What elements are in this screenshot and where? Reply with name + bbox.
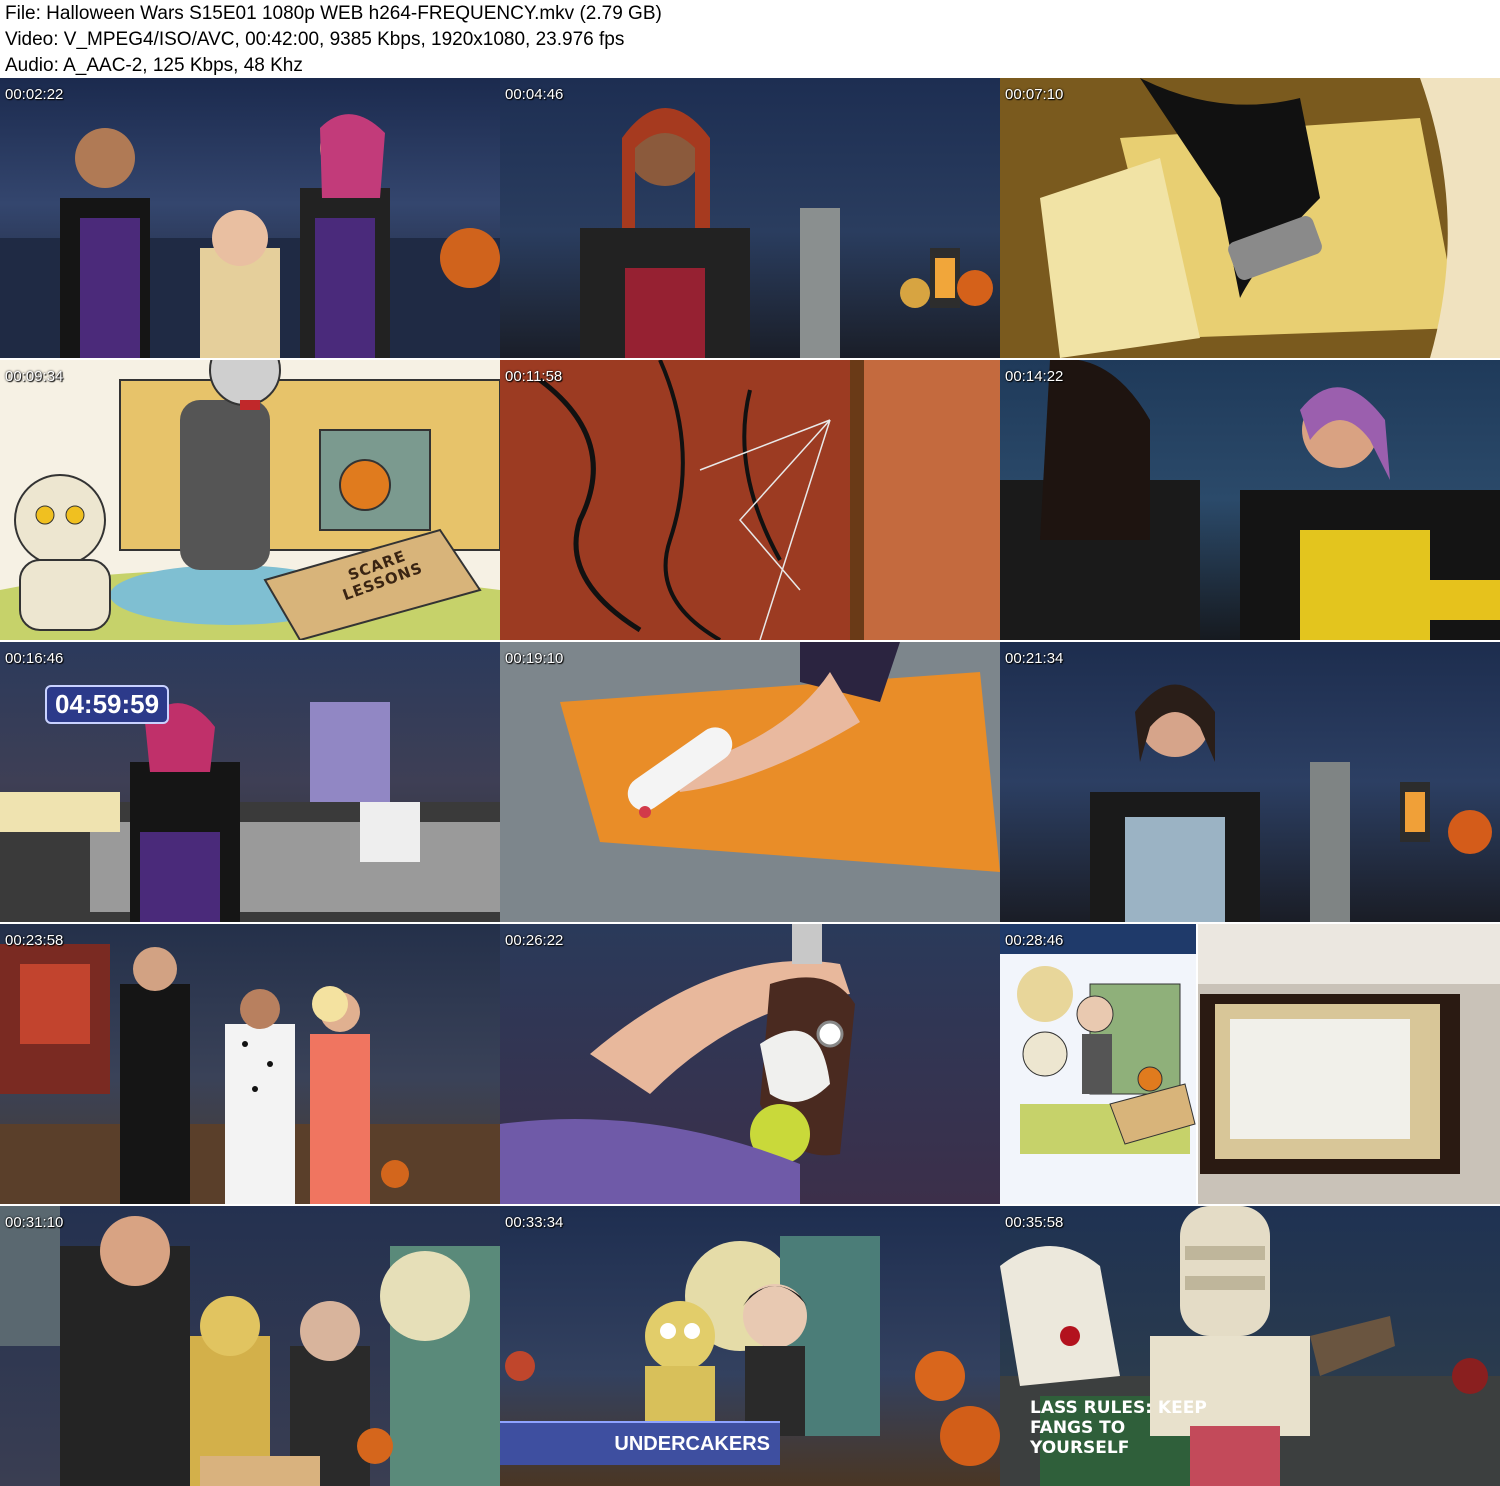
timestamp: 00:16:46 (5, 650, 64, 667)
timestamp: 00:31:10 (5, 1214, 64, 1231)
timestamp: 00:04:46 (505, 86, 564, 103)
timestamp: 00:26:22 (505, 932, 564, 949)
thumbnail-6[interactable]: 00:14:22 (1000, 360, 1500, 640)
timestamp: 00:09:34 (5, 368, 64, 385)
thumbnail-2[interactable]: 00:04:46 (500, 78, 1000, 358)
timestamp: 00:07:10 (1005, 86, 1064, 103)
thumbnail-11[interactable]: 00:26:22 (500, 924, 1000, 1204)
thumbnail-1[interactable]: 00:02:22 (0, 78, 500, 358)
scene-yellow-aprons (1000, 360, 1500, 640)
timestamp: 00:11:58 (505, 368, 563, 385)
video-info-line: Video: V_MPEG4/ISO/AVC, 00:42:00, 9385 K… (5, 29, 625, 50)
scene-hands-shaping (500, 924, 855, 1204)
scene-kitchen-work (0, 702, 500, 922)
team-banner: UNDERCAKERS (500, 1421, 780, 1465)
thumbnail-15[interactable]: LASS RULES: KEEP FANGS TO YOURSELF 00:35… (1000, 1206, 1500, 1486)
timestamp: 00:02:22 (5, 86, 64, 103)
scene-red-apron (580, 108, 993, 358)
timestamp: 00:14:22 (1005, 368, 1064, 385)
countdown-timer: 04:59:59 (45, 685, 170, 724)
audio-info-line: Audio: A_AAC-2, 125 Kbps, 48 Khz (5, 55, 303, 76)
scene-cracked-glass (500, 360, 1000, 640)
thumbnail-13[interactable]: 00:31:10 (0, 1206, 500, 1486)
timestamp: 00:19:10 (505, 650, 564, 667)
timestamp: 00:21:34 (1005, 650, 1064, 667)
scene-team-decorating (0, 1206, 500, 1486)
thumbnail-grid: 00:02:22 00:04:46 00:07:10 SCARE LESSONS… (0, 78, 1500, 1486)
thumbnail-5[interactable]: 00:11:58 (500, 360, 1000, 640)
scene-hosts-judges (0, 944, 500, 1204)
scene-contestants-purple (0, 114, 500, 358)
scene-rolling-fondant (500, 642, 1000, 922)
scene-sketch-mummy-vampire (0, 360, 500, 640)
timestamp: 00:33:34 (505, 1214, 564, 1231)
thumbnail-7[interactable]: 04:59:59 00:16:46 (0, 642, 500, 922)
class-rules-sign: LASS RULES: KEEP FANGS TO YOURSELF (1030, 1398, 1207, 1458)
thumbnail-3[interactable]: 00:07:10 (1000, 78, 1500, 358)
thumbnail-9[interactable]: 00:21:34 (1000, 642, 1500, 922)
thumbnail-8[interactable]: 00:19:10 (500, 642, 1000, 922)
thumbnail-4[interactable]: SCARE LESSONS 00:09:34 (0, 360, 500, 640)
timestamp: 00:28:46 (1005, 932, 1064, 949)
thumbnail-14[interactable]: UNDERCAKERS 00:33:34 (500, 1206, 1000, 1486)
scene-blue-apron (1090, 684, 1492, 922)
file-info-line: File: Halloween Wars S15E01 1080p WEB h2… (5, 3, 662, 24)
scene-sketch-and-cake (1000, 924, 1500, 1204)
timestamp: 00:23:58 (5, 932, 64, 949)
scene-gloved-cutting (1000, 78, 1500, 358)
thumbnail-12[interactable]: 00:28:46 (1000, 924, 1500, 1204)
timestamp: 00:35:58 (1005, 1214, 1064, 1231)
thumbnail-10[interactable]: 00:23:58 (0, 924, 500, 1204)
